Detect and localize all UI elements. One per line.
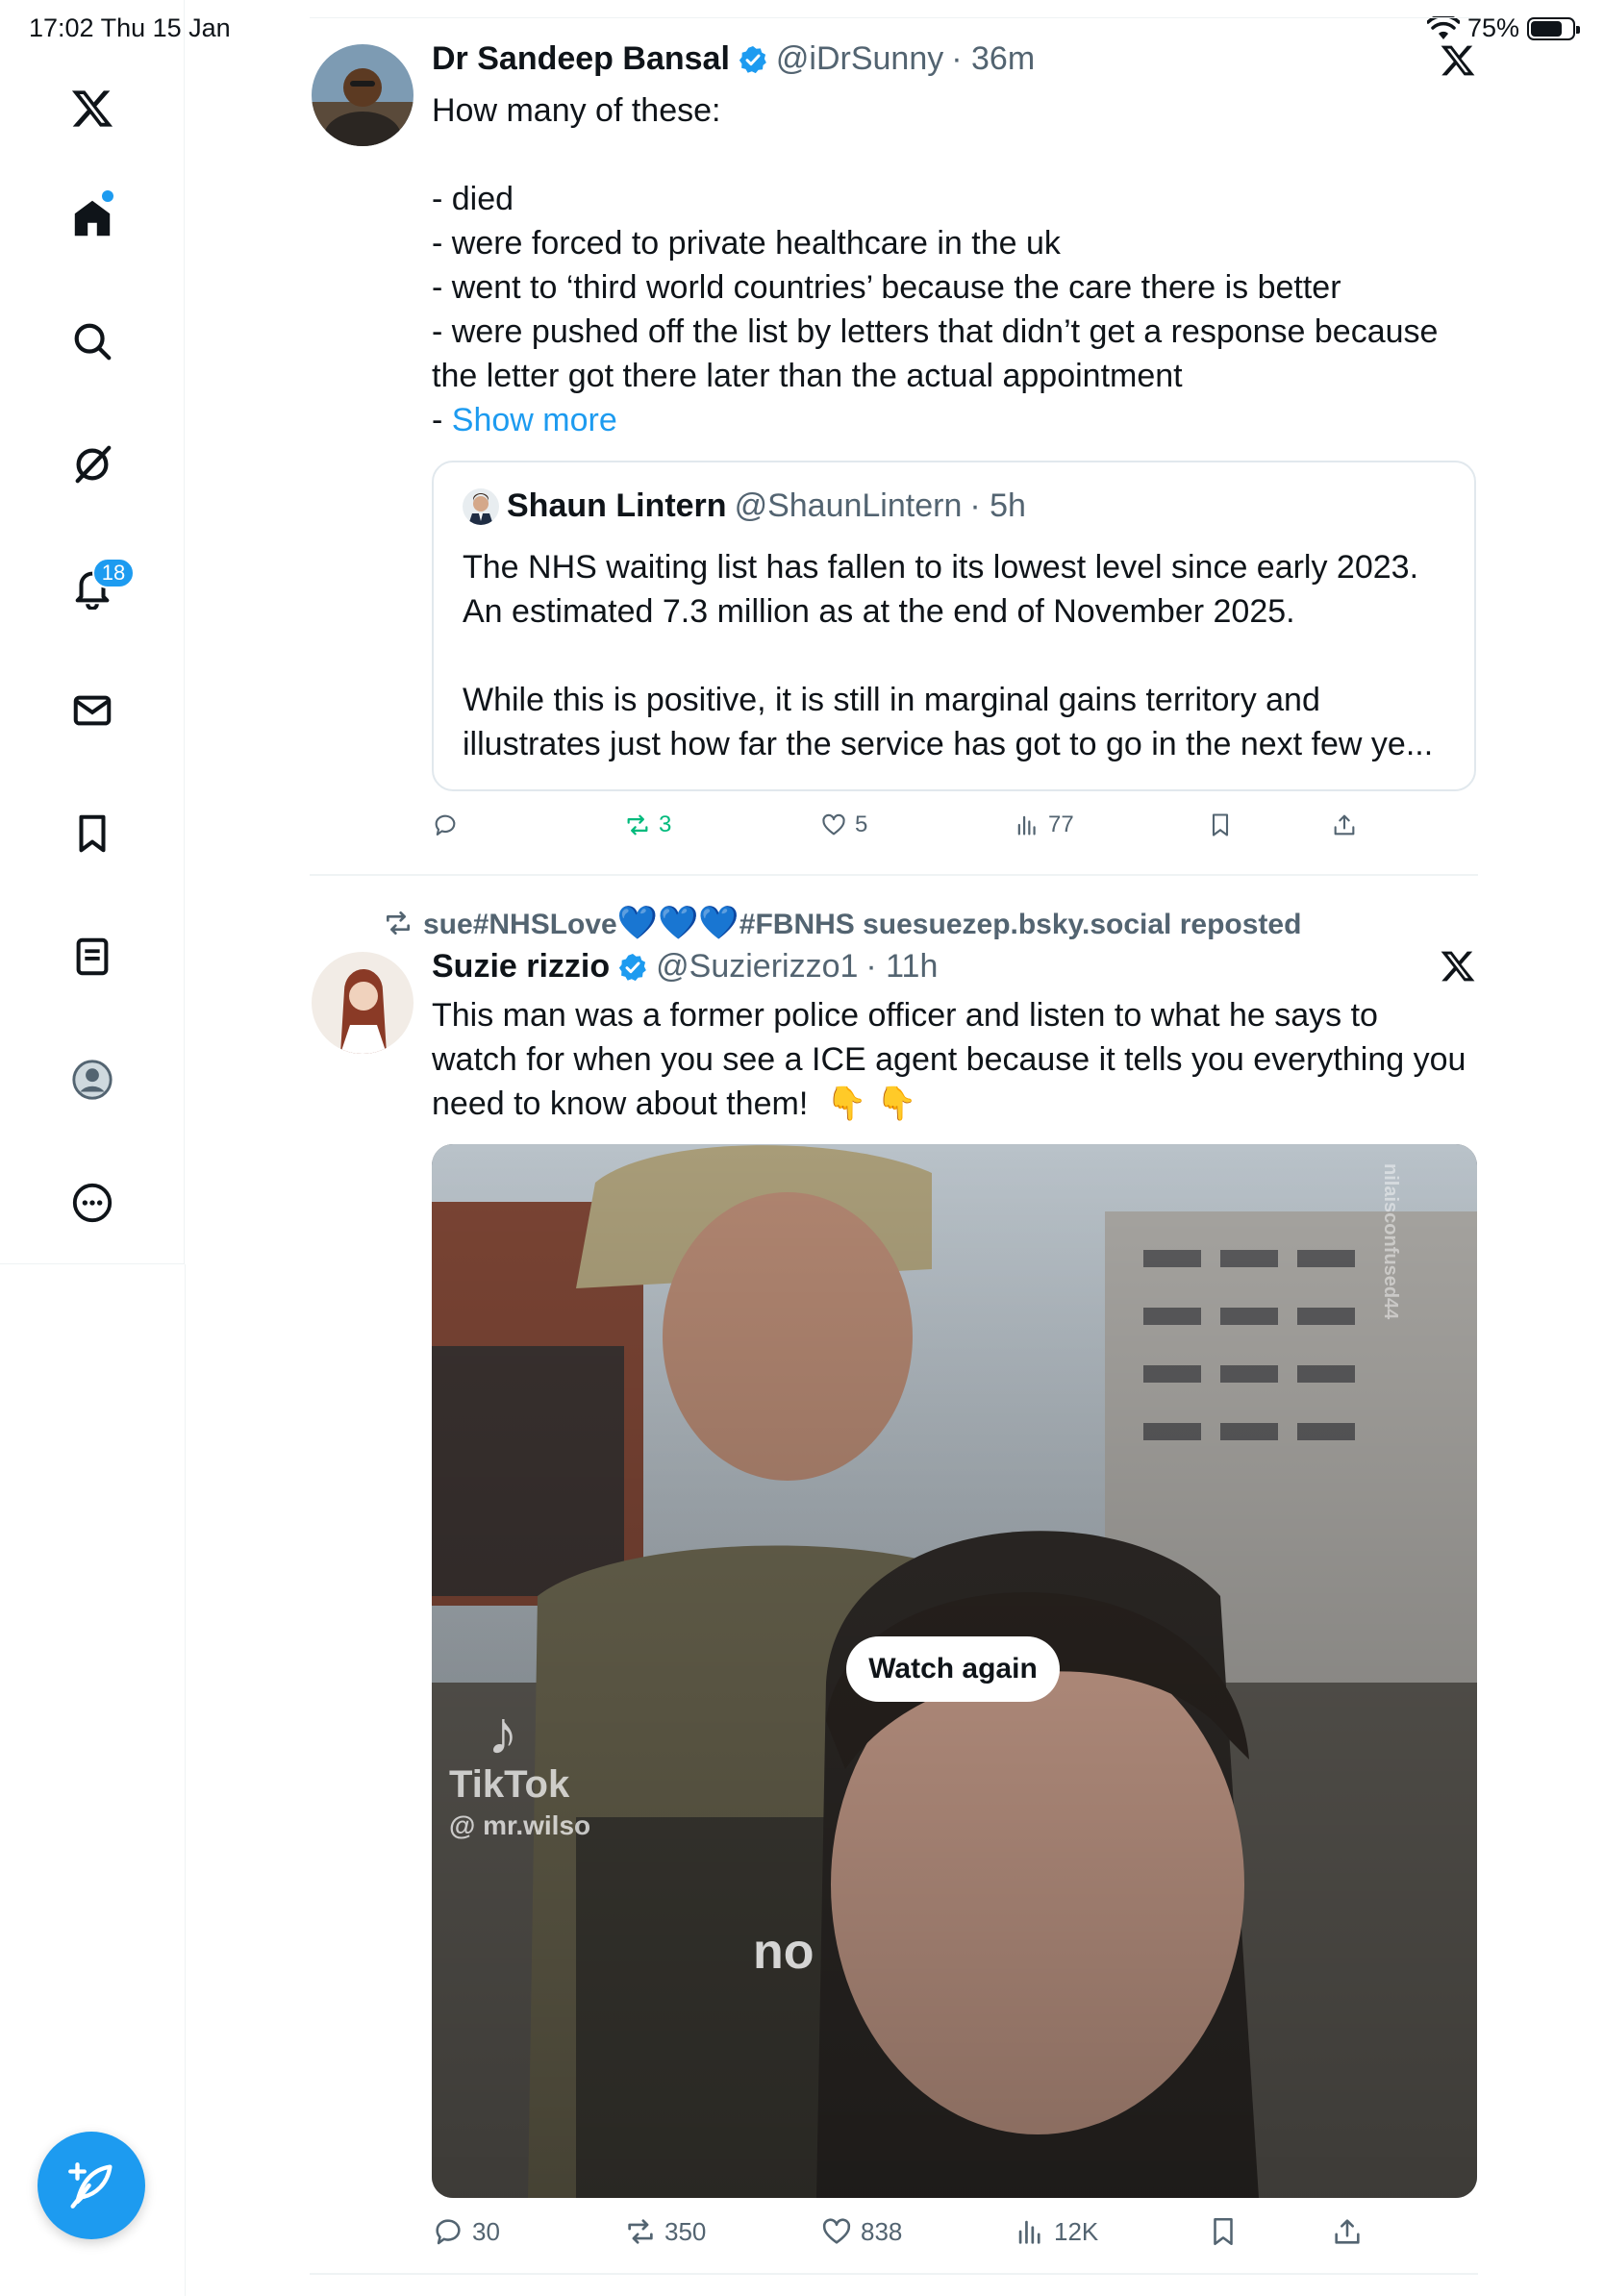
author-name[interactable]: Suzie rizzio [432,948,610,986]
like-button[interactable]: 5 [820,811,867,838]
reposted-by-label: sue#NHSLove💙💙💙#FBNHS suesuezep.bsky.soci… [423,904,1301,942]
verified-badge-icon [619,953,647,981]
feed-top-divider [310,17,1478,18]
reposter-suffix: #FBNHS suesuezep.bsky.social reposted [739,909,1302,940]
reply-icon [436,2219,461,2245]
tweet-text: This man was a former police officer and… [432,997,1466,1122]
repost-count: 350 [664,2216,707,2246]
quote-author-handle[interactable]: @ShaunLintern [735,487,963,525]
x-logo-icon [1440,948,1476,985]
battery-icon [1527,16,1580,40]
sidebar-divider [185,1264,186,2296]
tweet-actions: 3 5 77 [432,811,1476,854]
author-handle[interactable]: @iDrSunny [776,40,943,78]
show-more-link[interactable]: Show more [452,402,617,438]
tweet-time[interactable]: · 36m [951,40,1035,78]
quoted-tweet[interactable]: Shaun Lintern @ShaunLintern · 5h The NHS… [432,461,1476,791]
compose-icon [68,2162,113,2209]
repost-icon [387,911,410,935]
compose-button[interactable] [38,2132,145,2239]
bookmarks-icon[interactable] [63,804,122,863]
tweet-actions: 30 350 838 12K [432,2215,1476,2258]
quote-author-name[interactable]: Shaun Lintern [507,487,727,525]
repost-button[interactable]: 3 [624,811,671,838]
tiktok-watermark: ♪ TikTok @ mr.wilso [449,1702,590,1841]
author-handle[interactable]: @Suzierizzo1 [656,948,858,986]
quote-avatar[interactable] [463,487,499,525]
tweet-text: How many of these: - died - were forced … [432,88,1490,442]
quote-text: The NHS waiting list has fallen to its l… [463,549,1434,762]
heart-icon [822,813,845,836]
bookmark-button[interactable] [1207,811,1234,838]
tiktok-user: @ mr.wilso [449,1810,591,1840]
reply-button[interactable]: 30 [432,2215,500,2248]
video-caption-word: no [753,1924,815,1980]
tiktok-brand: TikTok [449,1763,570,1806]
share-button[interactable] [1331,2215,1364,2248]
share-icon [1335,2219,1360,2244]
repost-icon [627,814,648,836]
x-logo-icon[interactable] [63,79,122,138]
like-count: 838 [861,2216,903,2246]
view-count: 12K [1054,2216,1099,2246]
tweet-author-row: Dr Sandeep Bansal @iDrSunny · 36m [432,40,1035,78]
tweet-body: How many of these: - died - were forced … [432,92,1439,438]
notifications-badge: 18 [92,558,135,588]
messages-icon[interactable] [63,681,122,740]
views-icon [1017,815,1036,836]
reply-count: 30 [472,2216,500,2246]
grok-icon[interactable] [63,435,122,494]
repost-icon [628,2219,653,2244]
avatar[interactable] [312,44,414,146]
like-button[interactable]: 838 [820,2215,902,2248]
tweet-time[interactable]: · 11h [865,948,938,986]
repost-button[interactable]: 350 [624,2215,706,2248]
view-count: 77 [1048,811,1074,837]
x-logo-icon [1440,42,1476,79]
avatar[interactable] [312,952,414,1054]
views-button[interactable]: 12K [1014,2215,1098,2248]
reposter-hearts: 💙💙💙 [616,905,739,941]
reply-icon [435,814,456,836]
reposter-name: sue#NHSLove [423,909,617,940]
share-icon [1334,814,1355,836]
home-unread-dot [102,190,113,202]
watch-again-button[interactable]: Watch again [846,1636,1060,1702]
reposted-by-row[interactable]: sue#NHSLove💙💙💙#FBNHS suesuezep.bsky.soci… [383,904,1301,942]
views-button[interactable]: 77 [1014,811,1074,838]
views-icon [1018,2220,1040,2244]
bookmark-button[interactable] [1207,2215,1240,2248]
repost-count: 3 [659,811,672,837]
reply-button[interactable] [432,811,466,838]
bookmark-icon [1214,2217,1233,2246]
tiktok-note-icon: ♪ [488,1698,518,1767]
share-button[interactable] [1331,811,1358,838]
tweet-divider [310,874,1478,876]
like-count: 5 [855,811,868,837]
video-player[interactable]: nilaisconfused44 ♪ TikTok @ mr.wilso no … [432,1144,1477,2198]
profile-icon[interactable] [63,1050,122,1110]
bookmark-icon [1212,813,1229,836]
more-icon[interactable] [63,1173,122,1233]
video-side-watermark: nilaisconfused44 [1380,1163,1401,1320]
heart-icon [822,2218,851,2244]
tweet-author-row: Suzie rizzio @Suzierizzo1 · 11h [432,948,938,986]
quote-author-row: Shaun Lintern @ShaunLintern · 5h [463,487,1026,525]
author-name[interactable]: Dr Sandeep Bansal [432,40,730,78]
wifi-icon [1426,15,1460,39]
lists-icon[interactable] [63,927,122,986]
verified-badge-icon [739,45,766,73]
search-icon[interactable] [63,312,122,371]
quote-time[interactable]: · 5h [969,487,1026,525]
tweet-divider [310,2273,1478,2275]
